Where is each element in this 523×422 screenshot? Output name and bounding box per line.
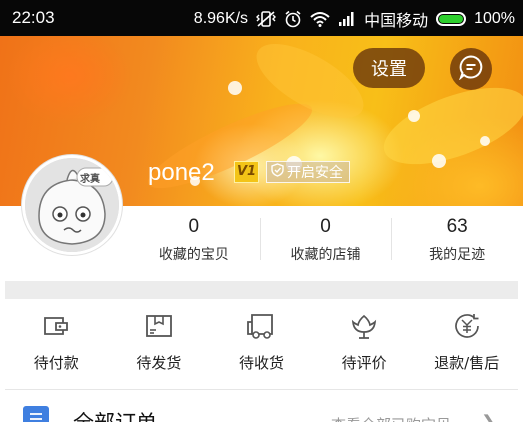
stat-favorite-shops[interactable]: 0 收藏的店铺 (259, 206, 392, 272)
battery-percent: 100% (474, 10, 515, 27)
water-drop (408, 110, 420, 122)
order-pending-review[interactable]: 待评价 (313, 299, 416, 389)
stat-label: 收藏的宝贝 (158, 247, 229, 263)
avatar[interactable]: 求真 (22, 155, 122, 255)
all-orders-row[interactable]: 全部订单 查看全部已购宝贝 ❯ (5, 392, 518, 422)
security-label: 开启安全 (287, 165, 343, 181)
order-list-icon (23, 406, 49, 422)
stat-label: 收藏的店铺 (290, 247, 361, 263)
wifi-icon (310, 11, 330, 27)
order-label: 待收货 (238, 354, 284, 372)
header-background-petal (374, 72, 523, 180)
stat-favorite-items[interactable]: 0 收藏的宝贝 (128, 206, 260, 272)
order-label: 待付款 (33, 354, 79, 372)
order-pending-shipment[interactable]: 待发货 (108, 299, 211, 389)
order-status-row: 待付款 待发货 待收货 待评价 退款/售后 (5, 299, 518, 389)
order-pending-receipt[interactable]: 待收货 (210, 299, 313, 389)
avatar-cartoon-face (25, 158, 119, 252)
wallet-icon (41, 311, 71, 341)
truck-icon (246, 311, 276, 341)
section-divider (5, 281, 518, 299)
settings-button[interactable]: 设置 (353, 48, 425, 88)
refund-icon (452, 311, 482, 341)
vibrate-icon (256, 10, 277, 28)
stat-footprints[interactable]: 63 我的足迹 (391, 206, 523, 272)
battery-icon (436, 12, 467, 26)
flower-icon (349, 311, 379, 341)
status-indicators: 8.96K/s 中国移动 100% (194, 7, 515, 31)
order-label: 退款/售后 (434, 354, 500, 372)
water-drop (480, 136, 490, 146)
order-pending-payment[interactable]: 待付款 (5, 299, 108, 389)
stat-label: 我的足迹 (429, 247, 486, 263)
order-label: 待发货 (136, 354, 182, 372)
status-bar: 22:03 8.96K/s 中国移动 100% (0, 0, 523, 36)
row-divider (5, 389, 518, 390)
stat-value: 0 (188, 216, 200, 237)
profile-page: 22:03 8.96K/s 中国移动 100% 设置 pone2 V1 开启安全… (0, 0, 523, 422)
all-orders-label: 全部订单 (73, 407, 157, 422)
vip-level-badge[interactable]: V1 (234, 161, 259, 183)
order-refund-aftersale[interactable]: 退款/售后 (415, 299, 518, 389)
water-drop (228, 81, 242, 95)
package-icon (144, 311, 174, 341)
shield-icon (271, 163, 284, 181)
stat-value: 0 (320, 216, 331, 237)
enable-security-button[interactable]: 开启安全 (266, 161, 350, 183)
message-button[interactable] (450, 48, 492, 90)
stat-value: 63 (446, 216, 468, 237)
chat-bubble-icon (458, 54, 484, 84)
order-label: 待评价 (341, 354, 387, 372)
view-all-purchases-link[interactable]: 查看全部已购宝贝 (331, 414, 451, 422)
status-time: 22:03 (12, 8, 55, 27)
username[interactable]: pone2 (148, 159, 215, 187)
carrier-name: 中国移动 (364, 13, 429, 30)
alarm-icon (284, 10, 302, 28)
signal-icon (338, 11, 356, 27)
stats-bar: 0 收藏的宝贝 0 收藏的店铺 63 我的足迹 (128, 206, 523, 272)
water-drop (432, 154, 446, 168)
network-speed: 8.96K/s (193, 10, 249, 27)
avatar-sticker-text: 求真 (80, 174, 100, 185)
chevron-right-icon: ❯ (481, 412, 496, 422)
